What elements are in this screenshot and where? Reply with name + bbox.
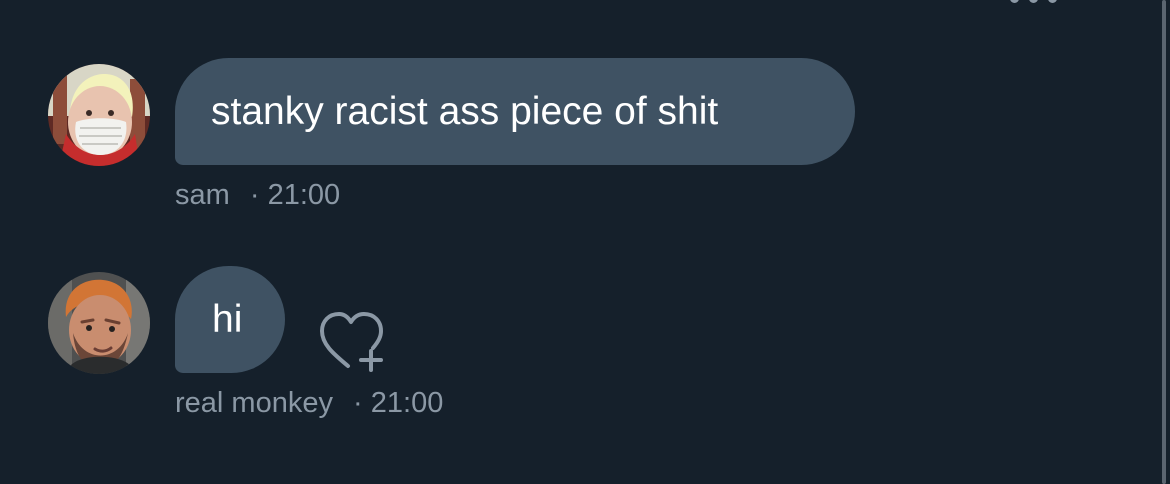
masked-person-avatar-icon <box>48 64 150 166</box>
message-text-1: stanky racist ass piece of shit <box>211 90 719 133</box>
avatar-sam[interactable] <box>48 64 150 166</box>
message-bubble-2[interactable]: hi <box>175 266 285 373</box>
sender-name-real-monkey: real monkey <box>175 387 333 419</box>
message-meta-2: real monkey · 21:00 <box>175 386 443 420</box>
metadata-separator-2: · <box>353 387 363 419</box>
message-text-2: hi <box>212 298 243 341</box>
heart-plus-icon <box>320 312 383 372</box>
message-bubble-1[interactable]: stanky racist ass piece of shit <box>175 58 855 165</box>
top-dot-1 <box>1010 0 1019 3</box>
avatar-real-monkey[interactable] <box>48 272 150 374</box>
top-dot-2 <box>1029 0 1038 3</box>
message-time-2: 21:00 <box>370 387 444 419</box>
message-meta-1: sam · 21:00 <box>175 178 340 212</box>
metadata-separator-1: · <box>249 179 260 211</box>
scrollbar-thumb[interactable] <box>1162 0 1166 484</box>
message-time-1: 21:00 <box>267 179 341 211</box>
top-dot-3 <box>1048 0 1057 3</box>
orange-haired-person-avatar-icon <box>48 272 150 374</box>
truncated-header-fragment <box>1010 0 1105 4</box>
add-reaction-button[interactable] <box>311 306 385 374</box>
vertical-scrollbar[interactable] <box>1158 0 1170 484</box>
direct-message-conversation: stanky racist ass piece of shit sam · 21… <box>0 0 1170 484</box>
sender-name-sam: sam <box>175 179 230 211</box>
